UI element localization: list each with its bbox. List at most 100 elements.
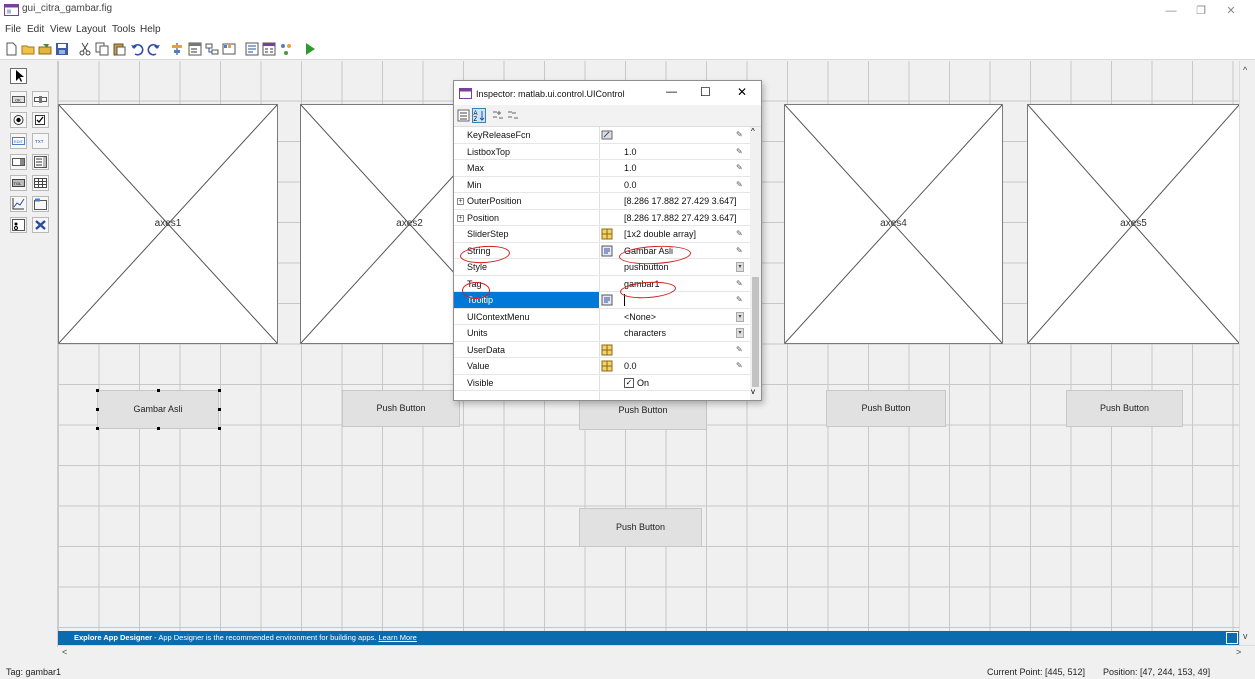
inspector-scrollbar[interactable]: ^ v [750,127,761,400]
gambar-asli-button[interactable]: Gambar Asli [97,390,219,429]
menu-layout[interactable]: Layout [76,24,106,35]
property-inspector-window[interactable]: Inspector: matlab.ui.control.UIControl —… [453,80,762,401]
dropdown-arrow-icon[interactable]: ▾ [736,311,744,322]
property-row-sliderstep[interactable]: SliderStep [1x2 double array] ✎ [454,226,750,243]
checkbox-tool-icon[interactable] [32,112,49,128]
pencil-icon[interactable]: ✎ [736,279,743,288]
cut-icon[interactable] [78,42,92,56]
property-value[interactable]: characters [624,328,666,338]
scroll-left-icon[interactable]: < [62,647,67,657]
pencil-icon[interactable]: ✎ [736,295,743,304]
editor-icon[interactable] [245,42,259,56]
property-value[interactable]: [1x2 double array] [624,229,696,239]
inspector-close-icon[interactable]: ✕ [737,85,747,99]
property-value[interactable]: [8.286 17.882 27.429 3.647] [624,196,737,206]
inspector-minimize-icon[interactable]: — [666,86,677,98]
property-value[interactable]: [8.286 17.882 27.429 3.647] [624,213,737,223]
activex-tool-icon[interactable] [32,217,49,233]
menu-help[interactable]: Help [140,24,161,35]
property-value[interactable]: <None> [624,312,656,322]
object-browser-icon[interactable] [279,42,293,56]
axes-tool-icon[interactable] [10,196,27,212]
property-value[interactable]: 1.0 [624,163,637,173]
property-row-uicontextmenu[interactable]: UIContextMenu <None> ▾ [454,309,750,325]
menu-edit[interactable]: Edit [27,24,44,35]
property-row-outerposition[interactable]: + OuterPosition [8.286 17.882 27.429 3.6… [454,193,750,210]
property-row-style[interactable]: Style pushbutton ▾ [454,259,750,276]
expand-all-icon[interactable] [491,109,504,122]
radio-tool-icon[interactable] [10,112,27,128]
property-value[interactable]: 0.0 [624,361,637,371]
inspector-maximize-icon[interactable]: ☐ [700,85,711,99]
property-row-tag[interactable]: Tag gambar1 ✎ [454,276,750,292]
table-tool-icon[interactable] [32,175,49,191]
property-row-position[interactable]: + Position [8.286 17.882 27.429 3.647] [454,210,750,226]
property-row-value[interactable]: Value 0.0 ✎ [454,358,750,375]
selection-handle[interactable] [218,427,221,430]
edit-text-tool-icon[interactable]: EDIT [10,133,27,149]
vertical-scrollbar[interactable]: ^ v [1239,61,1255,645]
expand-icon[interactable]: + [457,198,464,205]
selection-handle[interactable] [157,389,160,392]
property-row-min[interactable]: Min 0.0 ✎ [454,177,750,193]
property-value[interactable]: 0.0 [624,180,637,190]
pencil-icon[interactable]: ✎ [736,147,743,156]
undo-icon[interactable] [130,42,144,56]
push-button-2[interactable]: Push Button [342,390,460,427]
selection-handle[interactable] [96,408,99,411]
tab-order-icon[interactable] [205,42,219,56]
toggle-tool-icon[interactable]: TGL [10,175,27,191]
scroll-up-icon[interactable]: ^ [1243,65,1247,75]
horizontal-scrollbar[interactable]: < > [58,645,1255,659]
categorize-icon[interactable] [457,109,470,122]
menu-tools[interactable]: Tools [112,24,135,35]
open-icon[interactable] [21,42,35,56]
learn-more-link[interactable]: Learn More [378,633,416,642]
property-row-max[interactable]: Max 1.0 ✎ [454,160,750,177]
button-group-tool-icon[interactable] [10,217,27,233]
axes1[interactable]: axes1 [58,104,278,344]
text-editor-icon[interactable] [601,245,613,257]
dropdown-arrow-icon[interactable]: ▾ [736,262,744,272]
slider-tool-icon[interactable] [32,91,49,107]
sort-alphabetical-icon[interactable]: AZ [472,108,486,123]
close-button[interactable]: ✕ [1216,4,1246,18]
array-editor-icon[interactable] [601,344,613,356]
scroll-down-icon[interactable]: v [1243,631,1248,641]
popup-menu-tool-icon[interactable] [10,154,27,170]
select-tool-icon[interactable] [10,68,27,84]
property-row-units[interactable]: Units characters ▾ [454,325,750,342]
callback-editor-icon[interactable] [601,129,613,141]
panel-tool-icon[interactable] [32,196,49,212]
selection-handle[interactable] [96,389,99,392]
minimize-button[interactable]: — [1156,4,1186,18]
align-icon[interactable] [170,42,184,56]
axes5[interactable]: axes5 [1027,104,1239,344]
pencil-icon[interactable]: ✎ [736,246,743,255]
pencil-icon[interactable]: ✎ [736,229,743,238]
axes4[interactable]: axes4 [784,104,1003,344]
property-row-tooltip[interactable]: Tooltip ✎ [454,292,750,309]
toolbar-editor-icon[interactable] [222,42,236,56]
pencil-icon[interactable]: ✎ [736,130,743,139]
redo-icon[interactable] [147,42,161,56]
menu-view[interactable]: View [50,24,72,35]
property-row-userdata[interactable]: UserData ✎ [454,342,750,358]
push-button-6[interactable]: Push Button [579,508,702,547]
selection-handle[interactable] [218,389,221,392]
banner-dismiss-icon[interactable] [1226,632,1238,644]
expand-icon[interactable]: + [457,214,464,222]
pencil-icon[interactable]: ✎ [736,345,743,354]
selection-handle[interactable] [218,408,221,411]
text-editor-icon[interactable] [601,294,613,306]
property-row-visible[interactable]: Visible ✓ On [454,375,750,391]
pushbutton-tool-icon[interactable]: OK [10,91,27,107]
property-value[interactable]: 1.0 [624,147,637,157]
listbox-tool-icon[interactable] [32,154,49,170]
selection-handle[interactable] [157,427,160,430]
array-editor-icon[interactable] [601,228,613,240]
visible-checkbox[interactable]: ✓ [624,377,634,388]
inspector-scroll-thumb[interactable] [752,277,759,387]
property-row-listboxtop[interactable]: ListboxTop 1.0 ✎ [454,144,750,160]
menu-editor-icon[interactable] [188,42,202,56]
